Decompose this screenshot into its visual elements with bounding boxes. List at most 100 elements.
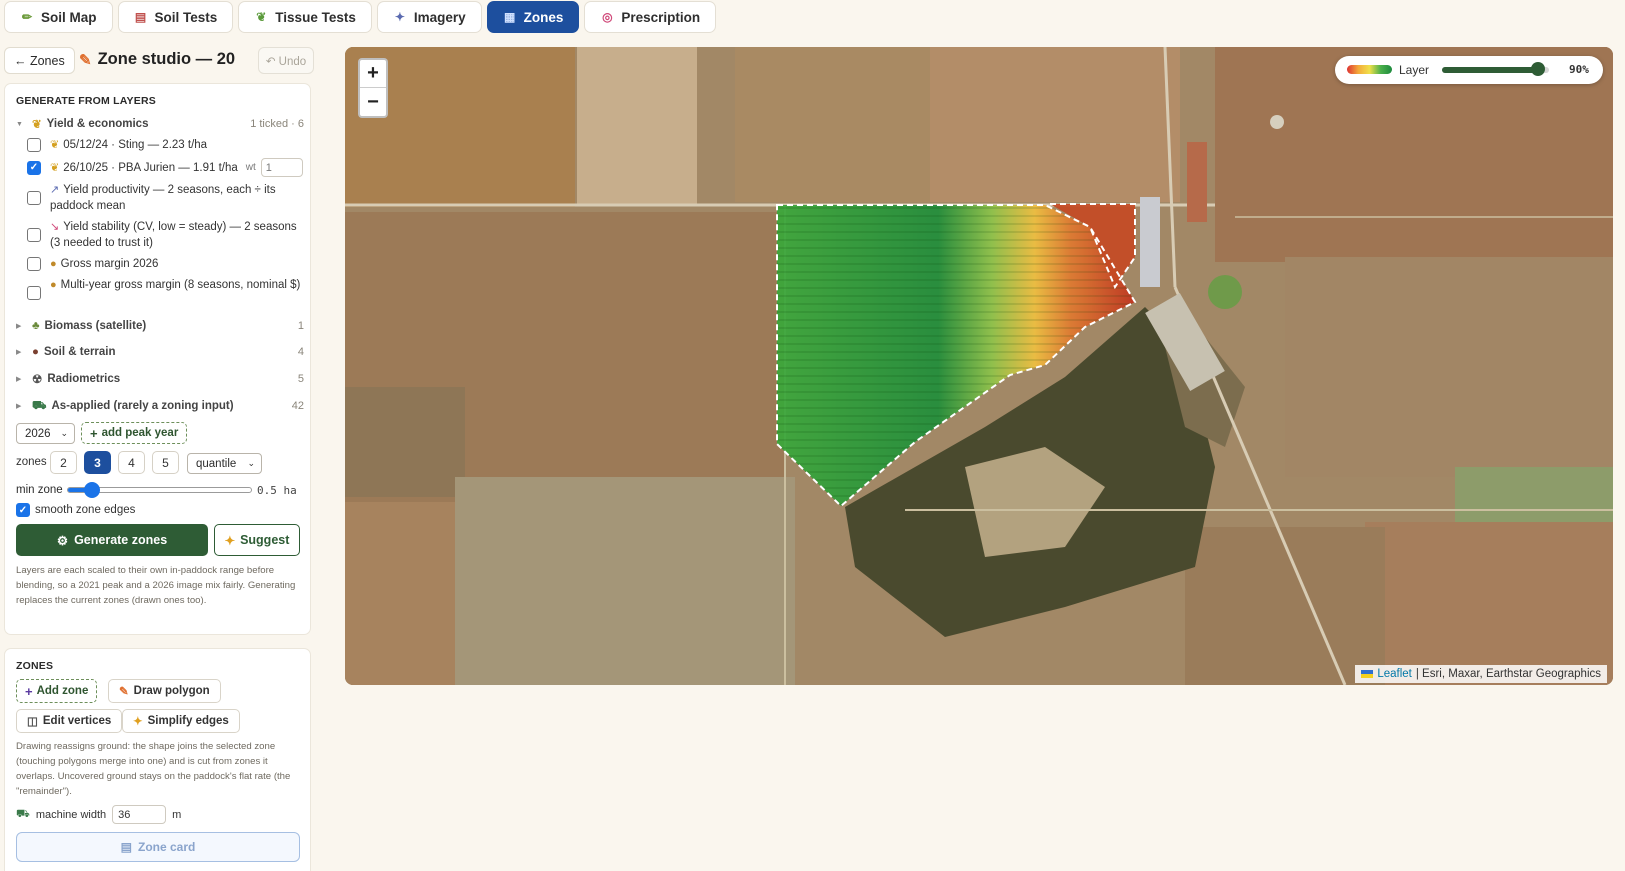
target-icon: ◎ bbox=[602, 10, 613, 24]
money-bag-icon: ● bbox=[50, 258, 57, 270]
layer-option[interactable]: ● Multi-year gross margin (8 seasons, nom… bbox=[27, 277, 305, 300]
simplify-edges-button[interactable]: ✦ Simplify edges bbox=[122, 709, 240, 733]
leaflet-link[interactable]: Leaflet bbox=[1377, 668, 1412, 680]
zone-studio-sidebar: ← Zones ✎ Zone studio — 20 ↶ Undo GENERAT… bbox=[4, 46, 323, 871]
chart-down-icon: ↘ bbox=[50, 221, 60, 233]
wheat-icon: ❦ bbox=[50, 139, 60, 151]
layer-checkbox[interactable] bbox=[27, 191, 41, 205]
tab-zones[interactable]: ▦ Zones bbox=[486, 1, 580, 33]
slider-thumb[interactable] bbox=[1531, 62, 1546, 76]
tab-imagery[interactable]: ✦ Imagery bbox=[376, 1, 482, 33]
layer-checkbox[interactable] bbox=[27, 257, 41, 271]
plus-icon: + bbox=[25, 683, 33, 699]
zone-count-4-button[interactable]: 4 bbox=[118, 451, 145, 474]
tab-soil-map[interactable]: ✏ Soil Map bbox=[4, 1, 113, 33]
tab-prescription[interactable]: ◎ Prescription bbox=[584, 1, 717, 33]
generate-from-layers-card: GENERATE FROM LAYERS ▼ ❦ Yield & economic… bbox=[4, 83, 311, 635]
generate-note: Layers are each scaled to their own in-p… bbox=[16, 565, 296, 606]
layer-checkbox[interactable] bbox=[27, 286, 41, 300]
smooth-edges-option[interactable]: ✓ smooth zone edges bbox=[16, 502, 135, 517]
satellite-imagery bbox=[345, 47, 1613, 685]
zones-count-label: zones bbox=[16, 456, 47, 468]
slider-thumb[interactable] bbox=[84, 482, 101, 498]
module-tabs: ✏ Soil Map ▤ Soil Tests ❦ Tissue Tests ✦ Ima… bbox=[4, 1, 717, 33]
vertices-icon: ◫ bbox=[27, 716, 38, 728]
edit-vertices-button[interactable]: ◫ Edit vertices bbox=[16, 709, 123, 733]
layer-checkbox[interactable] bbox=[27, 228, 41, 242]
layer-weight: wt 1 bbox=[246, 158, 303, 177]
pencil-icon: ✏ bbox=[21, 10, 33, 24]
zone-count-3-button[interactable]: 3 bbox=[84, 451, 111, 474]
zone-count-5-button[interactable]: 5 bbox=[152, 451, 179, 474]
satellite-icon: ✦ bbox=[394, 10, 405, 24]
machine-width-input[interactable]: 36 bbox=[112, 805, 167, 824]
leaf-icon: ❦ bbox=[256, 10, 267, 24]
layer-group-as-applied[interactable]: ▶ ⛟ As-applied (rarely a zoning input) 42 bbox=[16, 397, 304, 415]
caret-down-icon: ▼ bbox=[16, 120, 23, 128]
machine-width-row: ⛟ machine width 36 m bbox=[16, 805, 181, 824]
radiation-icon: ☢ bbox=[32, 374, 43, 386]
zones-note: Drawing reassigns ground: the shape join… bbox=[16, 741, 291, 797]
layer-group-soil[interactable]: ▶ ● Soil & terrain 4 bbox=[16, 343, 304, 361]
chart-up-icon: ↗ bbox=[50, 184, 60, 196]
add-zone-button[interactable]: + Add zone bbox=[16, 679, 98, 703]
gear-icon: ⚙ bbox=[56, 533, 69, 548]
pencil-icon: ✎ bbox=[119, 686, 129, 698]
suggest-button[interactable]: ✦ Suggest bbox=[214, 524, 300, 556]
sparkle-icon: ✦ bbox=[133, 716, 143, 728]
slider-fill bbox=[1442, 67, 1539, 73]
zoom-out-button[interactable]: − bbox=[360, 88, 386, 116]
layer-option[interactable]: ↗ Yield productivity — 2 seasons, each ÷ … bbox=[27, 182, 305, 214]
sparkle-icon: ✦ bbox=[224, 533, 236, 548]
soil-icon: ● bbox=[32, 346, 39, 358]
caret-right-icon: ▶ bbox=[16, 323, 22, 330]
draw-polygon-button[interactable]: ✎ Draw polygon bbox=[108, 679, 221, 703]
money-bag-icon: ● bbox=[50, 279, 57, 291]
studio-header: ← Zones ✎ Zone studio — 20 ↶ Undo bbox=[4, 46, 323, 74]
layer-option[interactable]: ● Gross margin 2026 bbox=[27, 256, 305, 272]
sprout-icon: ♣ bbox=[32, 320, 40, 332]
map-view[interactable]: + − Layer 90% Leaflet | Esri, Maxar, Ear… bbox=[345, 47, 1613, 685]
smooth-edges-checkbox[interactable]: ✓ bbox=[16, 503, 30, 517]
pencil-icon: ✎ bbox=[79, 51, 92, 69]
studio-title: ✎ Zone studio — 20 bbox=[79, 50, 236, 69]
layer-option[interactable]: ↘ Yield stability (CV, low = steady) — 2 … bbox=[27, 219, 305, 251]
layer-legend-ramp bbox=[1347, 65, 1392, 74]
generate-zones-button[interactable]: ⚙ Generate zones bbox=[16, 524, 208, 556]
undo-button[interactable]: ↶ Undo bbox=[258, 47, 314, 74]
zone-count-2-button[interactable]: 2 bbox=[50, 451, 77, 474]
wheat-icon: ❦ bbox=[50, 161, 60, 174]
layer-group-yield[interactable]: ▼ ❦ Yield & economics 1 ticked · 6 bbox=[16, 115, 304, 133]
add-peak-year-button[interactable]: + add peak year bbox=[81, 422, 188, 444]
clipboard-icon: ▤ bbox=[120, 840, 132, 854]
min-zone-slider[interactable] bbox=[67, 482, 252, 498]
back-to-zones-button[interactable]: ← Zones bbox=[4, 47, 75, 74]
tractor-icon: ⛟ bbox=[32, 399, 47, 412]
tractor-icon: ⛟ bbox=[16, 807, 30, 820]
layer-opacity-control: Layer 90% bbox=[1335, 56, 1603, 84]
layer-opacity-value: 90% bbox=[1569, 63, 1589, 76]
method-select[interactable]: quantile ⌄ bbox=[187, 453, 262, 474]
layer-group-radiometrics[interactable]: ▶ ☢ Radiometrics 5 bbox=[16, 370, 304, 388]
zones-card: ZONES + Add zone ✎ Draw polygon ◫ Edit vert… bbox=[4, 648, 311, 871]
tab-soil-tests[interactable]: ▤ Soil Tests bbox=[117, 1, 234, 33]
min-zone-row: min zone 0.5 ha bbox=[16, 482, 306, 498]
caret-right-icon: ▶ bbox=[16, 376, 22, 383]
tab-tissue-tests[interactable]: ❦ Tissue Tests bbox=[238, 1, 372, 33]
layer-group-biomass[interactable]: ▶ ♣ Biomass (satellite) 1 bbox=[16, 317, 304, 335]
zoom-in-button[interactable]: + bbox=[360, 60, 386, 88]
caret-right-icon: ▶ bbox=[16, 403, 22, 410]
layer-option[interactable]: ✓ ❦ 26/10/25 · PBA Jurien — 1.91 t/ha wt 1 bbox=[27, 158, 305, 177]
weight-input[interactable]: 1 bbox=[260, 158, 303, 177]
clipboard-icon: ▤ bbox=[134, 10, 147, 24]
layer-checkbox[interactable] bbox=[27, 138, 41, 152]
layer-checkbox[interactable]: ✓ bbox=[27, 160, 41, 175]
map-icon: ▦ bbox=[503, 10, 516, 24]
layer-label: Layer bbox=[1399, 63, 1430, 77]
zone-card-button[interactable]: ▤ Zone card bbox=[16, 832, 300, 862]
layer-opacity-slider[interactable] bbox=[1442, 62, 1549, 76]
year-select[interactable]: 2026 ⌄ bbox=[16, 423, 75, 444]
zoom-control: + − bbox=[358, 58, 388, 118]
chevron-down-icon: ⌄ bbox=[247, 458, 255, 468]
layer-option[interactable]: ❦ 05/12/24 · Sting — 2.23 t/ha bbox=[27, 137, 305, 153]
